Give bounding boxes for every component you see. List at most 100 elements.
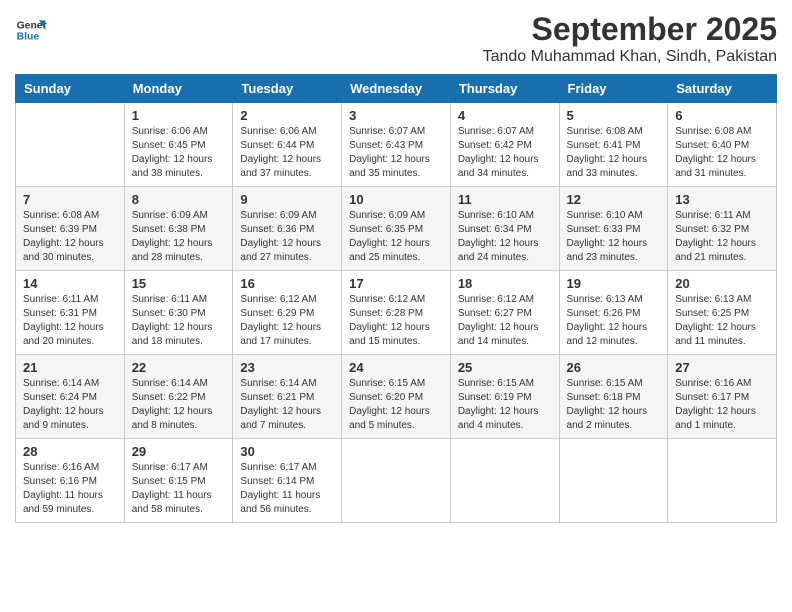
day-number: 13 [675,192,769,207]
day-info: Sunrise: 6:12 AM Sunset: 6:29 PM Dayligh… [240,293,334,349]
calendar-cell: 9 Sunrise: 6:09 AM Sunset: 6:36 PM Daylig… [233,187,342,271]
calendar-cell: 6Sunrise: 6:08 AM Sunset: 6:40 PM Daylig… [668,103,777,187]
day-number: 15 [132,276,226,291]
calendar-cell: 16 Sunrise: 6:12 AM Sunset: 6:29 PM Dayli… [233,271,342,355]
day-number: 29 [132,444,226,459]
calendar-cell: 25Sunrise: 6:15 AM Sunset: 6:19 PM Dayli… [450,355,559,439]
day-number: 4 [458,108,552,123]
calendar-cell: 5 Sunrise: 6:08 AM Sunset: 6:41 PM Daylig… [559,103,668,187]
calendar-cell [450,439,559,523]
calendar-cell: 24 Sunrise: 6:15 AM Sunset: 6:20 PM Dayli… [342,355,451,439]
calendar-cell: 27 Sunrise: 6:16 AM Sunset: 6:17 PM Dayli… [668,355,777,439]
calendar-cell: 28 Sunrise: 6:16 AM Sunset: 6:16 PM Dayli… [16,439,125,523]
header: General Blue September 2025 Tando Muhamm… [15,10,777,66]
calendar-cell: 18Sunrise: 6:12 AM Sunset: 6:27 PM Dayli… [450,271,559,355]
day-info: Sunrise: 6:15 AM Sunset: 6:18 PM Dayligh… [567,377,661,433]
day-info: Sunrise: 6:09 AM Sunset: 6:36 PM Dayligh… [240,209,334,265]
day-number: 23 [240,360,334,375]
day-number: 20 [675,276,769,291]
calendar-cell: 20 Sunrise: 6:13 AM Sunset: 6:25 PM Dayli… [668,271,777,355]
calendar-cell [342,439,451,523]
calendar-cell: 10 Sunrise: 6:09 AM Sunset: 6:35 PM Dayli… [342,187,451,271]
calendar-cell: 1 Sunrise: 6:06 AM Sunset: 6:45 PM Daylig… [124,103,233,187]
calendar-cell: 3 Sunrise: 6:07 AM Sunset: 6:43 PM Daylig… [342,103,451,187]
day-number: 11 [458,192,552,207]
day-header-tuesday: Tuesday [233,75,342,103]
day-number: 2 [240,108,334,123]
calendar-cell: 7 Sunrise: 6:08 AM Sunset: 6:39 PM Daylig… [16,187,125,271]
day-number: 24 [349,360,443,375]
day-info: Sunrise: 6:11 AM Sunset: 6:30 PM Dayligh… [132,293,226,349]
calendar-cell [559,439,668,523]
day-number: 7 [23,192,117,207]
calendar-header-row: SundayMondayTuesdayWednesdayThursdayFrid… [16,75,777,103]
day-number: 14 [23,276,117,291]
day-header-monday: Monday [124,75,233,103]
day-info: Sunrise: 6:14 AM Sunset: 6:21 PM Dayligh… [240,377,334,433]
calendar-cell: 22 Sunrise: 6:14 AM Sunset: 6:22 PM Dayli… [124,355,233,439]
calendar-cell: 12 Sunrise: 6:10 AM Sunset: 6:33 PM Dayli… [559,187,668,271]
day-info: Sunrise: 6:06 AM Sunset: 6:45 PM Dayligh… [132,125,226,181]
calendar-cell: 13 Sunrise: 6:11 AM Sunset: 6:32 PM Dayli… [668,187,777,271]
title-area: September 2025 Tando Muhammad Khan, Sind… [483,10,777,66]
calendar-cell: 4 Sunrise: 6:07 AM Sunset: 6:42 PM Daylig… [450,103,559,187]
day-number: 28 [23,444,117,459]
calendar-cell [16,103,125,187]
calendar-cell: 2 Sunrise: 6:06 AM Sunset: 6:44 PM Daylig… [233,103,342,187]
calendar-week-3: 14Sunrise: 6:11 AM Sunset: 6:31 PM Dayli… [16,271,777,355]
calendar-table: SundayMondayTuesdayWednesdayThursdayFrid… [15,74,777,523]
day-number: 21 [23,360,117,375]
svg-text:Blue: Blue [17,32,40,43]
day-info: Sunrise: 6:15 AM Sunset: 6:20 PM Dayligh… [349,377,443,433]
day-info: Sunrise: 6:13 AM Sunset: 6:26 PM Dayligh… [567,293,661,349]
calendar-cell: 11 Sunrise: 6:10 AM Sunset: 6:34 PM Dayli… [450,187,559,271]
day-number: 12 [567,192,661,207]
calendar-cell: 15 Sunrise: 6:11 AM Sunset: 6:30 PM Dayli… [124,271,233,355]
day-info: Sunrise: 6:09 AM Sunset: 6:35 PM Dayligh… [349,209,443,265]
day-number: 30 [240,444,334,459]
day-number: 3 [349,108,443,123]
day-number: 18 [458,276,552,291]
calendar-week-4: 21Sunrise: 6:14 AM Sunset: 6:24 PM Dayli… [16,355,777,439]
calendar-cell: 14Sunrise: 6:11 AM Sunset: 6:31 PM Dayli… [16,271,125,355]
day-info: Sunrise: 6:07 AM Sunset: 6:42 PM Dayligh… [458,125,552,181]
day-number: 17 [349,276,443,291]
day-info: Sunrise: 6:16 AM Sunset: 6:17 PM Dayligh… [675,377,769,433]
day-number: 22 [132,360,226,375]
day-number: 8 [132,192,226,207]
day-header-wednesday: Wednesday [342,75,451,103]
day-info: Sunrise: 6:12 AM Sunset: 6:28 PM Dayligh… [349,293,443,349]
day-info: Sunrise: 6:07 AM Sunset: 6:43 PM Dayligh… [349,125,443,181]
day-number: 16 [240,276,334,291]
day-info: Sunrise: 6:16 AM Sunset: 6:16 PM Dayligh… [23,461,117,517]
day-info: Sunrise: 6:14 AM Sunset: 6:22 PM Dayligh… [132,377,226,433]
day-info: Sunrise: 6:13 AM Sunset: 6:25 PM Dayligh… [675,293,769,349]
location-title: Tando Muhammad Khan, Sindh, Pakistan [483,48,777,66]
day-info: Sunrise: 6:10 AM Sunset: 6:33 PM Dayligh… [567,209,661,265]
calendar-cell: 17 Sunrise: 6:12 AM Sunset: 6:28 PM Dayli… [342,271,451,355]
calendar-week-1: 1 Sunrise: 6:06 AM Sunset: 6:45 PM Daylig… [16,103,777,187]
day-info: Sunrise: 6:11 AM Sunset: 6:32 PM Dayligh… [675,209,769,265]
month-title: September 2025 [483,10,777,48]
day-info: Sunrise: 6:10 AM Sunset: 6:34 PM Dayligh… [458,209,552,265]
day-header-saturday: Saturday [668,75,777,103]
day-number: 1 [132,108,226,123]
day-number: 5 [567,108,661,123]
calendar-cell: 30Sunrise: 6:17 AM Sunset: 6:14 PM Dayli… [233,439,342,523]
day-info: Sunrise: 6:06 AM Sunset: 6:44 PM Dayligh… [240,125,334,181]
day-number: 27 [675,360,769,375]
day-header-thursday: Thursday [450,75,559,103]
calendar-week-5: 28 Sunrise: 6:16 AM Sunset: 6:16 PM Dayli… [16,439,777,523]
day-info: Sunrise: 6:09 AM Sunset: 6:38 PM Dayligh… [132,209,226,265]
calendar-cell: 26Sunrise: 6:15 AM Sunset: 6:18 PM Dayli… [559,355,668,439]
calendar-week-2: 7 Sunrise: 6:08 AM Sunset: 6:39 PM Daylig… [16,187,777,271]
day-info: Sunrise: 6:17 AM Sunset: 6:15 PM Dayligh… [132,461,226,517]
day-header-friday: Friday [559,75,668,103]
day-number: 9 [240,192,334,207]
day-number: 19 [567,276,661,291]
day-number: 6 [675,108,769,123]
day-info: Sunrise: 6:08 AM Sunset: 6:41 PM Dayligh… [567,125,661,181]
day-number: 10 [349,192,443,207]
day-info: Sunrise: 6:15 AM Sunset: 6:19 PM Dayligh… [458,377,552,433]
day-info: Sunrise: 6:08 AM Sunset: 6:39 PM Dayligh… [23,209,117,265]
